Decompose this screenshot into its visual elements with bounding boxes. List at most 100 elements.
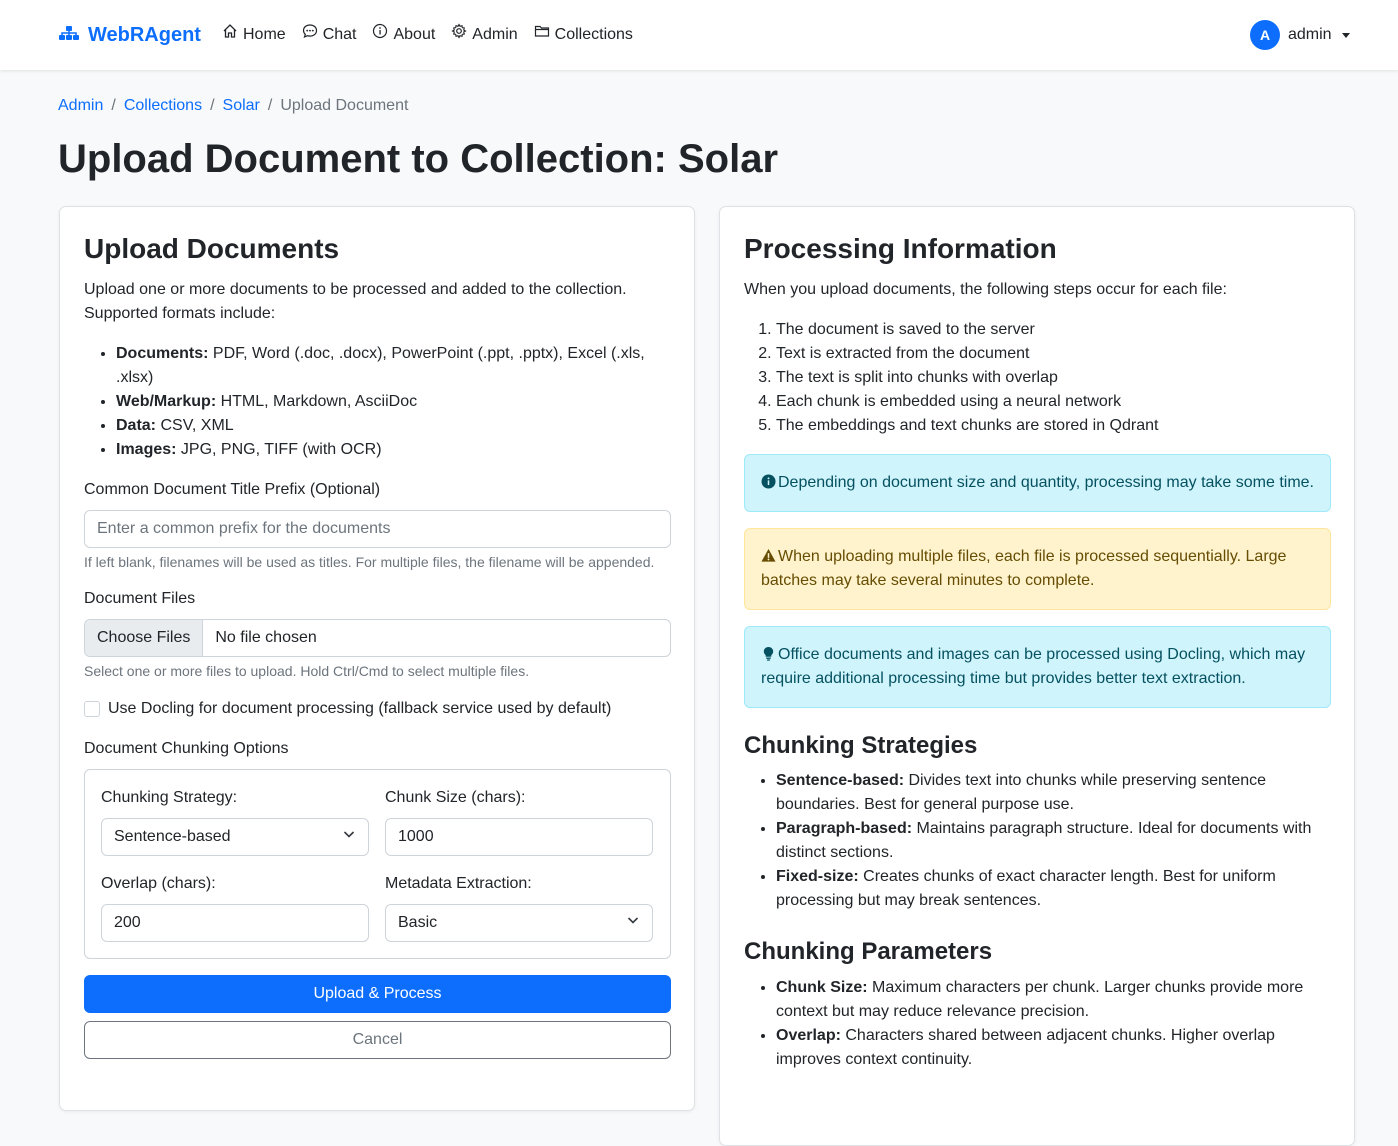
parameters-list: Chunk Size: Maximum characters per chunk… (744, 976, 1331, 1072)
chat-bubble-icon (302, 23, 318, 47)
list-item-text: JPG, PNG, TIFF (with OCR) (176, 441, 382, 458)
list-item-label: Sentence-based: (776, 772, 905, 789)
breadcrumb: Admin / Collections / Solar / Upload Doc… (58, 94, 408, 118)
chunking-options-box: Chunking Strategy: Sentence-based Chunk … (84, 769, 671, 959)
nav-collections[interactable]: Collections (534, 23, 633, 47)
upload-card-title: Upload Documents (84, 233, 340, 264)
prefix-help: If left blank, filenames will be used as… (84, 554, 655, 570)
overlap-input[interactable]: 200 (101, 904, 369, 942)
list-item-label: Images: (116, 441, 177, 458)
upload-card: Upload Documents Upload one or more docu… (59, 206, 695, 1111)
info-circle-icon (372, 23, 388, 47)
nav-chat-label: Chat (322, 26, 357, 43)
breadcrumb-collections[interactable]: Collections (124, 94, 202, 118)
list-item-text: HTML, Markdown, AsciiDoc (216, 393, 418, 410)
list-item-text: Characters shared between adjacent chunk… (776, 1027, 1275, 1068)
list-item: Paragraph-based: Maintains paragraph str… (776, 817, 1331, 865)
strategies-list: Sentence-based: Divides text into chunks… (744, 769, 1331, 913)
list-item-label: Web/Markup: (116, 393, 217, 410)
breadcrumb-separator: / (210, 97, 215, 114)
upload-process-button[interactable]: Upload & Process (84, 975, 671, 1013)
list-item: Chunk Size: Maximum characters per chunk… (776, 976, 1331, 1024)
breadcrumb-separator: / (111, 97, 116, 114)
steps-list: The document is saved to the server Text… (744, 318, 1331, 438)
list-item: Sentence-based: Divides text into chunks… (776, 769, 1331, 817)
caret-down-icon (1341, 32, 1350, 38)
breadcrumb-admin[interactable]: Admin (58, 94, 103, 118)
nav-home[interactable]: Home (222, 23, 286, 47)
list-item: Fixed-size: Creates chunks of exact char… (776, 865, 1331, 913)
chunking-options-label: Document Chunking Options (84, 740, 289, 757)
chunk-size-input[interactable]: 1000 (385, 818, 653, 856)
strategies-heading: Chunking Strategies (744, 732, 978, 759)
docling-label[interactable]: Use Docling for document processing (fal… (108, 697, 611, 721)
list-item: Images: JPG, PNG, TIFF (with OCR) (116, 438, 671, 462)
strategy-value: Sentence-based (114, 828, 231, 845)
nav-home-label: Home (243, 26, 286, 43)
list-item: Data: CSV, XML (116, 414, 671, 438)
alert-multiple-files: When uploading multiple files, each file… (744, 528, 1331, 610)
strategy-label: Chunking Strategy: (101, 789, 238, 806)
nav-admin[interactable]: Admin (451, 23, 518, 47)
page-title: Upload Document to Collection: Solar (58, 137, 779, 181)
metadata-label: Metadata Extraction: (385, 875, 532, 892)
alert-text: Depending on document size and quantity,… (778, 474, 1314, 491)
chevron-down-icon (626, 911, 640, 935)
nav-collections-label: Collections (554, 26, 633, 43)
nav-about-label: About (393, 26, 436, 43)
list-item: Overlap: Characters shared between adjac… (776, 1024, 1331, 1072)
formats-list: Documents: PDF, Word (.doc, .docx), Powe… (84, 342, 671, 462)
info-intro: When you upload documents, the following… (744, 281, 1227, 298)
brand[interactable]: WebRAgent (58, 22, 201, 48)
overlap-label: Overlap (chars): (101, 875, 216, 892)
metadata-select[interactable]: Basic (385, 904, 653, 942)
docling-option: Use Docling for document processing (fal… (84, 697, 671, 721)
user-menu[interactable]: A admin (1250, 20, 1350, 50)
list-item: The text is split into chunks with overl… (776, 366, 1331, 390)
parameters-heading: Chunking Parameters (744, 938, 993, 965)
alert-docling: Office documents and images can be proce… (744, 626, 1331, 708)
prefix-input[interactable]: Enter a common prefix for the documents (84, 510, 671, 548)
strategy-select[interactable]: Sentence-based (101, 818, 369, 856)
username: admin (1288, 26, 1332, 43)
list-item-label: Paragraph-based: (776, 820, 913, 837)
navbar: WebRAgent Home Chat About Admin Collecti… (0, 0, 1398, 70)
nav-links: Home Chat About Admin Collections (222, 23, 633, 47)
cancel-button[interactable]: Cancel (84, 1021, 671, 1059)
files-label: Document Files (84, 590, 196, 607)
info-card-title: Processing Information (744, 233, 1057, 264)
list-item: The embeddings and text chunks are store… (776, 414, 1331, 438)
alert-text: Office documents and images can be proce… (761, 646, 1306, 687)
list-item-text: CSV, XML (156, 417, 234, 434)
list-item: Web/Markup: HTML, Markdown, AsciiDoc (116, 390, 671, 414)
choose-files-button[interactable]: Choose Files (85, 620, 204, 656)
folder-icon (534, 23, 550, 47)
list-item-label: Chunk Size: (776, 979, 868, 996)
avatar: A (1250, 20, 1280, 50)
processing-info-card: Processing Information When you upload d… (719, 206, 1355, 1146)
list-item-label: Data: (116, 417, 157, 434)
nav-about[interactable]: About (372, 23, 435, 47)
breadcrumb-separator: / (267, 97, 273, 114)
gear-icon (451, 23, 467, 47)
chunk-size-label: Chunk Size (chars): (385, 789, 526, 806)
nav-chat[interactable]: Chat (302, 23, 357, 47)
brand-name: WebRAgent (88, 24, 201, 46)
info-circle-icon (761, 474, 778, 491)
chevron-down-icon (342, 825, 356, 849)
list-item: Documents: PDF, Word (.doc, .docx), Powe… (116, 342, 671, 390)
alert-text: When uploading multiple files, each file… (761, 548, 1287, 589)
sitemap-icon (58, 22, 80, 48)
docling-checkbox[interactable] (84, 701, 100, 717)
list-item-label: Overlap: (776, 1027, 841, 1044)
breadcrumb-current: Upload Document (280, 97, 409, 114)
warning-triangle-icon (761, 548, 778, 565)
breadcrumb-solar[interactable]: Solar (223, 94, 260, 118)
file-status: No file chosen (215, 629, 317, 646)
nav-admin-label: Admin (472, 26, 518, 43)
house-icon (222, 23, 238, 47)
list-item: Text is extracted from the document (776, 342, 1331, 366)
lightbulb-icon (761, 646, 778, 663)
list-item: Each chunk is embedded using a neural ne… (776, 390, 1331, 414)
file-input[interactable]: Choose Files No file chosen (84, 619, 671, 657)
